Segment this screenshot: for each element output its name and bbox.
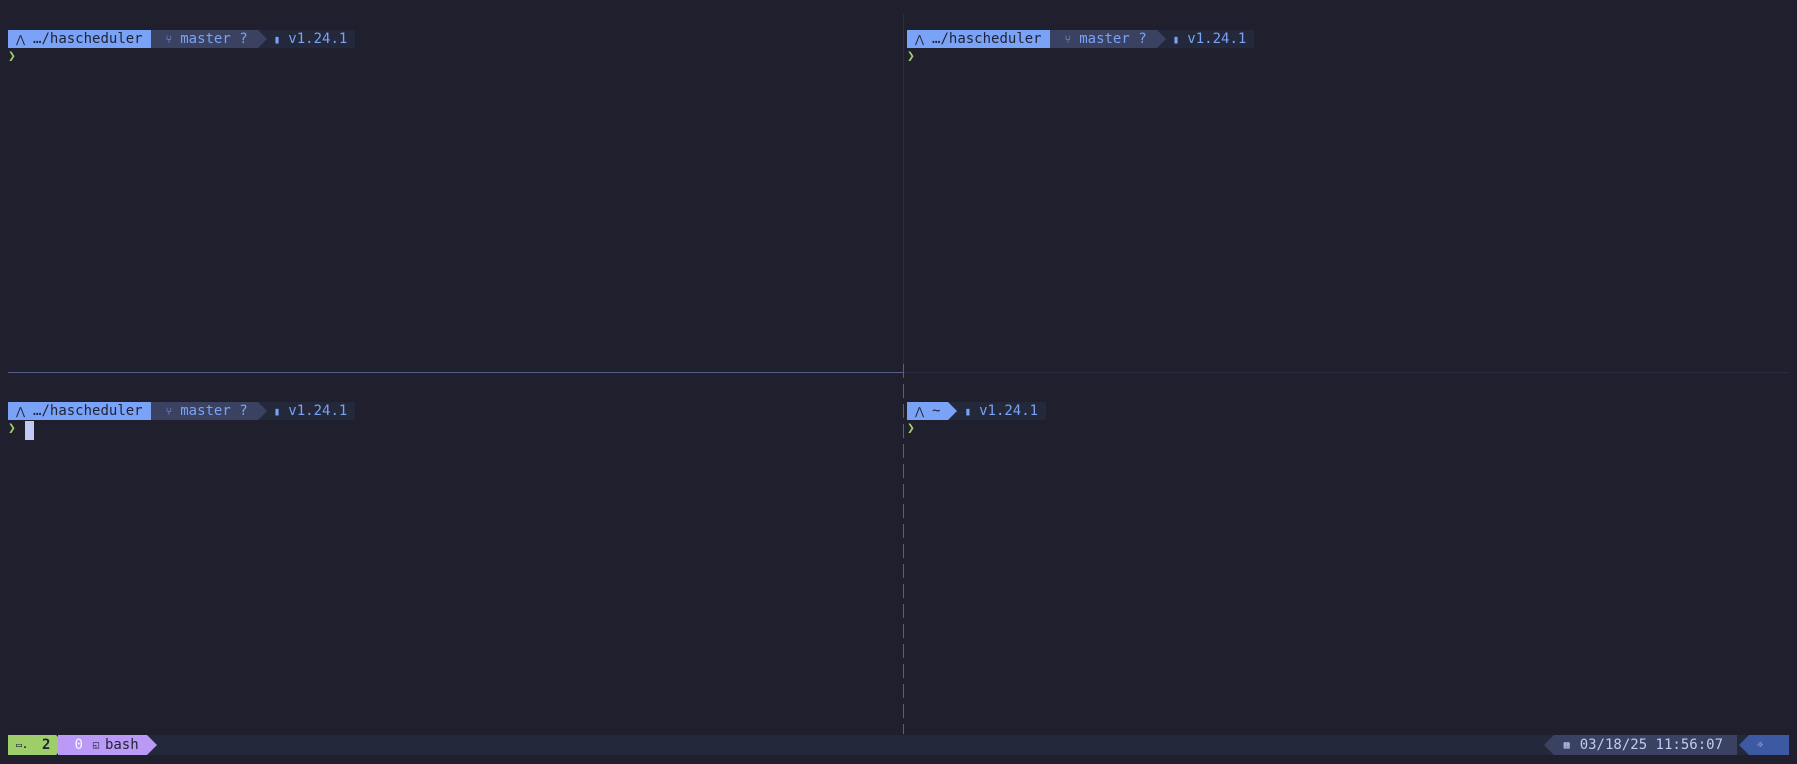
go-gopher-icon: ▮ — [273, 404, 281, 418]
dir-label: …/hascheduler — [932, 31, 1042, 47]
git-branch-icon: ⑂ — [165, 404, 173, 418]
pane-bottom-right-prompt-line: ⋀ ~ ▮ v1.24.1 — [907, 402, 1047, 420]
pane-top-right-prompt-line: ⋀ …/hascheduler ⑂ master ? ▮ v1.24.1 — [907, 30, 1255, 48]
arch-icon: ⋀ — [915, 404, 925, 418]
git-status: ? — [1138, 31, 1147, 47]
dir-segment: ⋀ …/hascheduler — [8, 402, 160, 420]
terminal-cursor[interactable] — [25, 421, 34, 440]
git-status: ? — [239, 31, 248, 47]
window-icon: ◱ — [92, 739, 99, 751]
window-tab-active[interactable]: 0 ◱ bash — [58, 735, 157, 755]
git-segment: ⑂ master ? — [150, 402, 267, 420]
git-branch-icon: ⑂ — [165, 32, 173, 46]
go-gopher-icon: ▮ — [964, 404, 972, 418]
git-segment: ⑂ master ? — [1049, 30, 1166, 48]
go-version: v1.24.1 — [979, 403, 1039, 419]
pane-border-vertical-active[interactable] — [903, 364, 904, 734]
tmux-status-bar: ▭. 2 0 ◱ bash ▦ 03/18/25 11:56:07 ☼ — [8, 735, 1789, 755]
go-segment: ▮ v1.24.1 — [1156, 30, 1255, 48]
go-segment: ▮ v1.24.1 — [257, 30, 356, 48]
pane-border-vertical[interactable] — [903, 14, 904, 372]
arch-icon: ⋀ — [16, 404, 26, 418]
calendar-icon: ▦ — [1563, 739, 1570, 751]
pane-bottom-left-prompt-line: ⋀ …/hascheduler ⑂ master ? ▮ v1.24.1 — [8, 402, 356, 420]
pane-border-horizontal-active[interactable] — [8, 372, 903, 373]
branch-label: master — [1079, 31, 1130, 47]
prompt-char: ❯ — [907, 49, 915, 64]
dir-segment: ⋀ …/hascheduler — [907, 30, 1059, 48]
dir-label: …/hascheduler — [33, 31, 143, 47]
go-version: v1.24.1 — [288, 403, 348, 419]
pane-border-horizontal[interactable] — [904, 372, 1789, 373]
go-segment: ▮ v1.24.1 — [257, 402, 356, 420]
dir-label: …/hascheduler — [33, 403, 143, 419]
session-label: 2 — [42, 737, 51, 753]
go-version: v1.24.1 — [1187, 31, 1247, 47]
go-version: v1.24.1 — [288, 31, 348, 47]
branch-label: master — [180, 31, 231, 47]
dir-label: ~ — [932, 403, 941, 419]
sun-icon: ☼ — [1757, 739, 1764, 751]
terminal-icon: ▭. — [16, 739, 29, 751]
git-segment: ⑂ master ? — [150, 30, 267, 48]
session-indicator[interactable]: ▭. 2 — [8, 735, 68, 755]
dir-segment: ⋀ ~ — [907, 402, 959, 420]
window-name: bash — [104, 737, 139, 753]
datetime-label: 03/18/25 11:56:07 — [1579, 737, 1723, 753]
go-segment: ▮ v1.24.1 — [948, 402, 1047, 420]
git-status: ? — [239, 403, 248, 419]
datetime-segment: ▦ 03/18/25 11:56:07 — [1543, 735, 1737, 755]
pane-top-left-prompt-line: ⋀ …/hascheduler ⑂ master ? ▮ v1.24.1 — [8, 30, 356, 48]
window-index: 0 — [74, 737, 83, 753]
go-gopher-icon: ▮ — [1172, 32, 1180, 46]
go-gopher-icon: ▮ — [273, 32, 281, 46]
prompt-char: ❯ — [907, 421, 915, 436]
prompt-char: ❯ — [8, 49, 16, 64]
prompt-char: ❯ — [8, 421, 16, 436]
dir-segment: ⋀ …/hascheduler — [8, 30, 160, 48]
status-right: ▦ 03/18/25 11:56:07 ☼ — [1543, 735, 1789, 755]
branch-label: master — [180, 403, 231, 419]
git-branch-icon: ⑂ — [1064, 32, 1072, 46]
theme-segment: ☼ — [1739, 735, 1789, 755]
arch-icon: ⋀ — [915, 32, 925, 46]
arch-icon: ⋀ — [16, 32, 26, 46]
